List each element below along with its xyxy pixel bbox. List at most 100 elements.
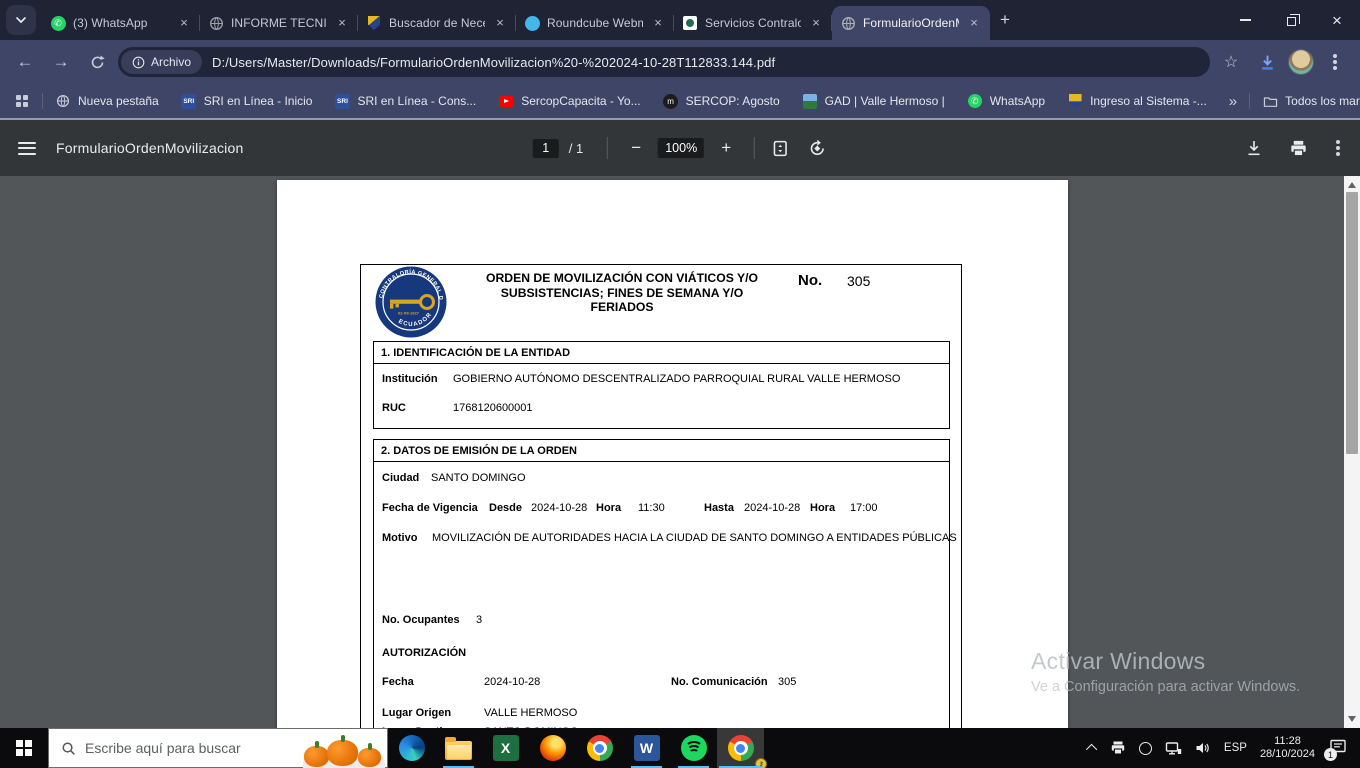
divider — [754, 137, 755, 159]
tray-printer-icon[interactable] — [1110, 740, 1126, 756]
form-title: ORDEN DE MOVILIZACIÓN CON VIÁTICOS Y/O S… — [477, 271, 767, 315]
search-icon — [61, 741, 76, 756]
tab-servicios-contraloria[interactable]: Servicios Contraloría × — [674, 6, 832, 40]
whatsapp-icon: ✆ — [968, 94, 982, 108]
comunicacion-value: 305 — [778, 676, 796, 688]
taskbar-firefox[interactable] — [529, 728, 576, 768]
hora-hasta-value: 17:00 — [850, 502, 878, 514]
order-number-label: No. — [798, 272, 822, 289]
scroll-up-arrow[interactable] — [1348, 182, 1356, 188]
vertical-scrollbar[interactable] — [1344, 176, 1360, 728]
tab-buscador[interactable]: Buscador de Necesid × — [358, 6, 516, 40]
ring-icon — [1139, 742, 1152, 755]
fecha-label: Fecha — [382, 676, 414, 688]
bookmark-sri-consultas[interactable]: SRI SRI en Línea - Cons... — [334, 93, 476, 109]
hasta-value: 2024-10-28 — [744, 502, 800, 514]
bookmark-ingreso-sistema[interactable]: Ingreso al Sistema -... — [1067, 93, 1207, 109]
address-bar[interactable]: Archivo D:/Users/Master/Downloads/Formul… — [118, 47, 1210, 77]
navigation-bar: ← → Archivo D:/Users/Master/Downloads/Fo… — [0, 40, 1360, 84]
taskbar-search[interactable] — [48, 728, 388, 768]
apps-grid-button[interactable] — [14, 93, 30, 109]
bookmark-gad-valle-hermoso[interactable]: GAD | Valle Hermoso | — [802, 93, 945, 109]
bookmark-star-button[interactable]: ☆ — [1216, 47, 1246, 77]
spotify-icon — [681, 735, 707, 761]
pdf-more-options-button[interactable] — [1334, 146, 1342, 150]
lugar-origen-label: Lugar Origen — [382, 707, 451, 719]
zoom-in-button[interactable]: + — [714, 138, 738, 158]
downloads-button[interactable] — [1252, 47, 1282, 77]
language-indicator[interactable]: ESP — [1224, 742, 1247, 754]
scroll-down-arrow[interactable] — [1348, 716, 1356, 722]
tab-close-icon[interactable]: × — [650, 15, 666, 31]
window-controls: × — [1222, 0, 1360, 40]
tab-informe-tecnico[interactable]: INFORME TECNICO M × — [200, 6, 358, 40]
fit-page-button[interactable] — [771, 139, 790, 158]
taskbar-spotify[interactable] — [670, 728, 717, 768]
tab-close-icon[interactable]: × — [176, 15, 192, 31]
bookmark-sercopcapacita[interactable]: SercopCapacita - Yo... — [498, 93, 640, 109]
institucion-value: GOBIERNO AUTÓNOMO DESCENTRALIZADO PARROQ… — [453, 373, 900, 385]
tab-close-icon[interactable]: × — [334, 15, 350, 31]
bookmark-sri-inicio[interactable]: SRI SRI en Línea - Inicio — [181, 93, 313, 109]
tab-formulario-orden[interactable]: FormularioOrdenMov × — [832, 6, 990, 40]
tray-expand-button[interactable] — [1089, 744, 1097, 752]
back-button[interactable]: ← — [10, 47, 40, 77]
bookmark-whatsapp[interactable]: ✆ WhatsApp — [967, 93, 1045, 109]
scrollbar-thumb[interactable] — [1346, 192, 1358, 454]
divider — [607, 137, 608, 159]
file-scheme-chip[interactable]: Archivo — [121, 50, 202, 74]
clock[interactable]: 11:28 28/10/2024 — [1260, 735, 1315, 761]
all-bookmarks-button[interactable]: Todos los marcadores — [1262, 93, 1360, 109]
start-button[interactable] — [0, 728, 48, 768]
minimize-button[interactable] — [1222, 0, 1268, 40]
tab-whatsapp[interactable]: ✆ (3) WhatsApp × — [42, 6, 200, 40]
pdf-print-button[interactable] — [1289, 139, 1308, 158]
bookmark-nueva-pestana[interactable]: Nueva pestaña — [55, 93, 159, 109]
zoom-level-value[interactable]: 100% — [658, 138, 704, 158]
pdf-download-button[interactable] — [1245, 139, 1263, 157]
forward-button[interactable]: → — [46, 47, 76, 77]
taskbar-word[interactable]: W — [623, 728, 670, 768]
zoom-out-button[interactable]: − — [624, 138, 648, 158]
bookmark-label: SERCOP: Agosto — [686, 94, 780, 108]
tray-volume-icon[interactable] — [1195, 741, 1211, 755]
bookmarks-overflow-button[interactable]: » — [1229, 93, 1237, 110]
tab-close-icon[interactable]: × — [492, 15, 508, 31]
browser-menu-button[interactable] — [1320, 47, 1350, 77]
rotate-button[interactable] — [808, 139, 827, 158]
page-number-input[interactable] — [533, 139, 559, 158]
sri-icon: SRI — [335, 94, 350, 109]
restore-button[interactable] — [1268, 0, 1314, 40]
new-tab-button[interactable]: + — [990, 5, 1020, 35]
ruc-label: RUC — [382, 402, 406, 414]
hora-desde-label: Hora — [596, 502, 621, 514]
bookmark-label: SRI en Línea - Cons... — [357, 94, 476, 108]
tab-close-icon[interactable]: × — [808, 15, 824, 31]
taskbar-excel[interactable]: X — [482, 728, 529, 768]
taskbar-file-explorer[interactable] — [435, 728, 482, 768]
taskbar-chrome-active[interactable]: ⚷ — [717, 728, 764, 768]
apps-grid-icon — [16, 95, 28, 107]
fecha-value: 2024-10-28 — [484, 676, 540, 688]
taskbar-edge[interactable] — [388, 728, 435, 768]
pdf-toolbar: FormularioOrdenMovilizacion / 1 − 100% + — [0, 120, 1360, 176]
chevron-up-icon — [1086, 744, 1097, 755]
tab-strip: ✆ (3) WhatsApp × INFORME TECNICO M × Bus… — [0, 0, 1360, 40]
minimize-icon — [1240, 19, 1251, 21]
tab-search-button[interactable] — [6, 5, 36, 35]
pdf-menu-button[interactable] — [18, 142, 36, 155]
close-button[interactable]: × — [1314, 0, 1360, 40]
tray-network-icon[interactable] — [1165, 741, 1182, 756]
roundcube-icon — [525, 16, 540, 31]
tray-onedrive-icon[interactable] — [1139, 742, 1152, 755]
taskbar-chrome[interactable] — [576, 728, 623, 768]
profile-avatar[interactable] — [1288, 49, 1314, 75]
tab-roundcube[interactable]: Roundcube Webmail × — [516, 6, 674, 40]
kebab-icon — [1336, 146, 1340, 150]
bookmark-sercop-agosto[interactable]: m SERCOP: Agosto — [663, 93, 780, 109]
tab-close-icon[interactable]: × — [966, 15, 982, 31]
search-input[interactable] — [85, 740, 292, 756]
bookmarks-bar: Nueva pestaña SRI SRI en Línea - Inicio … — [0, 84, 1360, 118]
notification-center-button[interactable]: 1 — [1328, 737, 1350, 759]
reload-button[interactable] — [82, 47, 112, 77]
